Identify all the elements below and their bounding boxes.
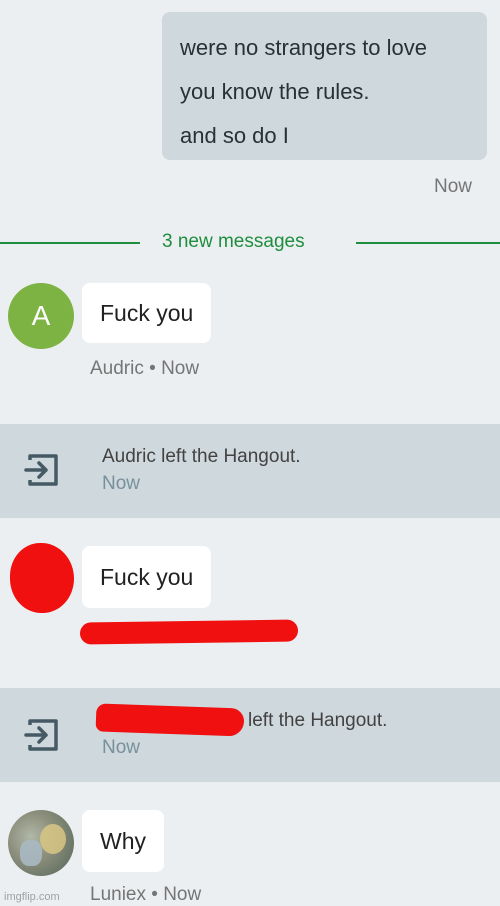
- avatar-letter: A: [31, 300, 51, 331]
- exit-arrow-icon: [24, 454, 58, 486]
- message-text: Fuck you: [100, 563, 194, 590]
- incoming-message-bubble: Fuck you: [82, 546, 212, 608]
- redaction-scribble: [95, 703, 245, 737]
- system-event-time: Now: [102, 737, 141, 758]
- system-event-text: Audric left the Hangout.: [102, 446, 301, 467]
- outgoing-message-bubble: were no strangers to love you know the r…: [162, 12, 487, 160]
- redacted-avatar[interactable]: [10, 543, 74, 613]
- message-text: Fuck you: [100, 299, 194, 326]
- system-event-band: [0, 424, 500, 518]
- incoming-message-bubble: Why: [82, 810, 164, 872]
- divider-line-right: [356, 242, 500, 244]
- avatar[interactable]: [8, 810, 74, 876]
- message-text: Why: [100, 827, 146, 854]
- message-sender-meta: Audric • Now: [90, 358, 200, 379]
- outgoing-message-line: and so do I: [180, 123, 289, 148]
- redaction-scribble: [79, 619, 299, 645]
- outgoing-message-line: were no strangers to love: [180, 35, 428, 60]
- system-event-time: Now: [102, 473, 141, 494]
- outgoing-message-line: you know the rules.: [180, 79, 370, 104]
- divider-line-left: [0, 242, 140, 244]
- watermark: imgflip.com: [4, 891, 60, 903]
- outgoing-message-time: Now: [433, 176, 472, 197]
- incoming-message-bubble: Fuck you: [82, 283, 212, 343]
- system-event-band: [0, 688, 500, 782]
- exit-arrow-icon: [24, 719, 58, 751]
- message-sender-meta: Luniex • Now: [90, 884, 202, 905]
- avatar[interactable]: A: [8, 283, 74, 349]
- system-event-text: left the Hangout.: [248, 710, 388, 731]
- new-messages-divider: 3 new messages: [162, 231, 305, 252]
